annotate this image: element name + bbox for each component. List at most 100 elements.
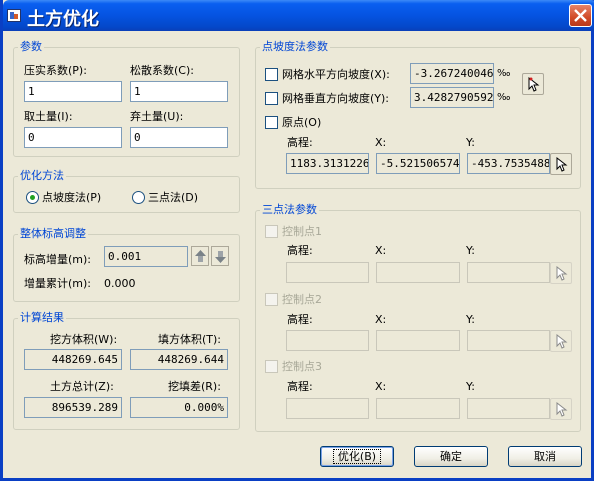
increment-up-button[interactable]: [191, 246, 209, 266]
close-icon: [574, 9, 587, 22]
cursor-pick-icon: [556, 334, 568, 349]
control-point-3-label[interactable]: 控制点3: [282, 360, 322, 374]
increment-down-button[interactable]: [211, 246, 229, 266]
pick-cp3-button[interactable]: [550, 398, 572, 420]
cut-label: 挖方体积(W):: [50, 333, 118, 346]
diff-label: 挖填差(R):: [168, 380, 221, 393]
cumulative-value: 0.000: [104, 277, 136, 290]
increment-label: 标高增量(m):: [24, 253, 92, 266]
soil-optimization-dialog: 土方优化 参数 压实系数(P): 1 松散系数(C): 1 取土量(I): 0 …: [0, 0, 594, 481]
elevation-group: 整体标高调整 标高增量(m): 0.001 增量累计(m): 0.000: [13, 227, 240, 302]
slope-params-group-title: 点坡度法参数: [260, 40, 330, 54]
params-group-title: 参数: [18, 40, 44, 54]
cursor-pick-icon: [556, 157, 568, 172]
control-point-3-checkbox[interactable]: [265, 360, 278, 373]
cp3-y-label: Y:: [466, 380, 475, 393]
three-point-label[interactable]: 三点法(D): [148, 191, 198, 205]
three-point-radio[interactable]: [132, 191, 145, 204]
cp2-elev-label: 高程:: [287, 313, 313, 326]
origin-elev-label: 高程:: [287, 136, 313, 149]
control-point-2-label[interactable]: 控制点2: [282, 293, 322, 307]
v-slope-unit: ‰: [497, 92, 511, 103]
cp2-x-label: X:: [375, 313, 387, 326]
params-group: 参数 压实系数(P): 1 松散系数(C): 1 取土量(I): 0 弃土量(U…: [13, 40, 240, 157]
origin-checkbox[interactable]: [265, 116, 278, 129]
origin-y-input[interactable]: -453.75354883: [467, 153, 550, 174]
control-point-1-label[interactable]: 控制点1: [282, 225, 322, 239]
h-slope-checkbox[interactable]: [265, 68, 278, 81]
close-button[interactable]: [569, 4, 592, 27]
cursor-pick-icon: [528, 77, 540, 92]
cp3-x-label: X:: [375, 380, 387, 393]
three-point-group-title: 三点法参数: [260, 203, 319, 217]
total-value: 896539.289: [24, 397, 122, 418]
fill-value: 448269.644: [130, 349, 228, 370]
cp1-y-input[interactable]: [467, 262, 550, 283]
pick-cp1-button[interactable]: [550, 262, 572, 284]
origin-elev-input[interactable]: 1183.31312261: [286, 153, 369, 174]
waste-input[interactable]: 0: [130, 127, 228, 148]
cp3-y-input[interactable]: [467, 398, 550, 419]
arrow-up-icon: [195, 250, 206, 262]
increment-input[interactable]: 0.001: [104, 246, 188, 267]
cut-value: 448269.645: [24, 349, 122, 370]
diff-value: 0.000%: [130, 397, 228, 418]
slope-method-radio[interactable]: [26, 191, 39, 204]
cp1-x-input[interactable]: [376, 262, 460, 283]
origin-label[interactable]: 原点(O): [282, 116, 321, 130]
cancel-button[interactable]: 取消: [508, 446, 582, 467]
control-point-1-checkbox[interactable]: [265, 225, 278, 238]
cp2-y-label: Y:: [466, 313, 475, 326]
cp1-elev-input[interactable]: [286, 262, 369, 283]
cp3-x-input[interactable]: [376, 398, 460, 419]
elevation-group-title: 整体标高调整: [18, 227, 88, 241]
pick-cp2-button[interactable]: [550, 330, 572, 352]
window-title: 土方优化: [27, 9, 99, 30]
cursor-pick-icon: [556, 266, 568, 281]
optimize-button-label: 优化(B): [332, 449, 382, 464]
v-slope-checkbox[interactable]: [265, 92, 278, 105]
ok-button[interactable]: 确定: [414, 446, 488, 467]
results-group-title: 计算结果: [18, 311, 66, 325]
compaction-input[interactable]: 1: [24, 81, 122, 102]
origin-x-label: X:: [375, 136, 387, 149]
cp1-elev-label: 高程:: [287, 244, 313, 257]
v-slope-input[interactable]: 3.42827905922: [410, 87, 494, 108]
method-group-title: 优化方法: [18, 169, 66, 183]
fill-label: 填方体积(T):: [158, 333, 222, 346]
compaction-label: 压实系数(P):: [24, 64, 87, 77]
cursor-pick-icon: [556, 402, 568, 417]
control-point-2-checkbox[interactable]: [265, 293, 278, 306]
cp3-elev-label: 高程:: [287, 380, 313, 393]
cp3-elev-input[interactable]: [286, 398, 369, 419]
borrow-input[interactable]: 0: [24, 127, 122, 148]
cp2-y-input[interactable]: [467, 330, 550, 351]
loose-input[interactable]: 1: [130, 81, 228, 102]
h-slope-input[interactable]: -3.2672400460: [410, 63, 494, 84]
slope-method-label[interactable]: 点坡度法(P): [42, 191, 101, 205]
borrow-label: 取土量(I):: [24, 110, 73, 123]
title-bar[interactable]: 土方优化: [3, 0, 594, 31]
app-icon: [7, 9, 21, 22]
h-slope-unit: ‰: [497, 68, 511, 79]
v-slope-label[interactable]: 网格垂直方向坡度(Y):: [282, 92, 389, 106]
cp1-x-label: X:: [375, 244, 387, 257]
pick-origin-button[interactable]: [550, 153, 572, 175]
origin-y-label: Y:: [466, 136, 475, 149]
total-label: 土方总计(Z):: [50, 380, 114, 393]
three-point-group: 三点法参数 控制点1 高程: X: Y: 控制点2 高程: X: Y: 控制点3…: [255, 203, 581, 432]
slope-params-group: 点坡度法参数 网格水平方向坡度(X): -3.2672400460 ‰ 网格垂直…: [255, 40, 581, 189]
optimize-button[interactable]: 优化(B): [320, 446, 394, 467]
method-group: 优化方法 点坡度法(P) 三点法(D): [13, 169, 240, 213]
cp2-elev-input[interactable]: [286, 330, 369, 351]
h-slope-label[interactable]: 网格水平方向坡度(X):: [282, 68, 390, 82]
cp1-y-label: Y:: [466, 244, 475, 257]
pick-slope-button[interactable]: [522, 73, 544, 95]
arrow-down-icon: [215, 251, 226, 263]
cp2-x-input[interactable]: [376, 330, 460, 351]
waste-label: 弃土量(U):: [130, 110, 184, 123]
loose-label: 松散系数(C):: [130, 64, 194, 77]
origin-x-input[interactable]: -5.5215065747: [376, 153, 460, 174]
results-group: 计算结果 挖方体积(W): 448269.645 填方体积(T): 448269…: [13, 311, 240, 430]
cumulative-label: 增量累计(m):: [24, 277, 92, 290]
